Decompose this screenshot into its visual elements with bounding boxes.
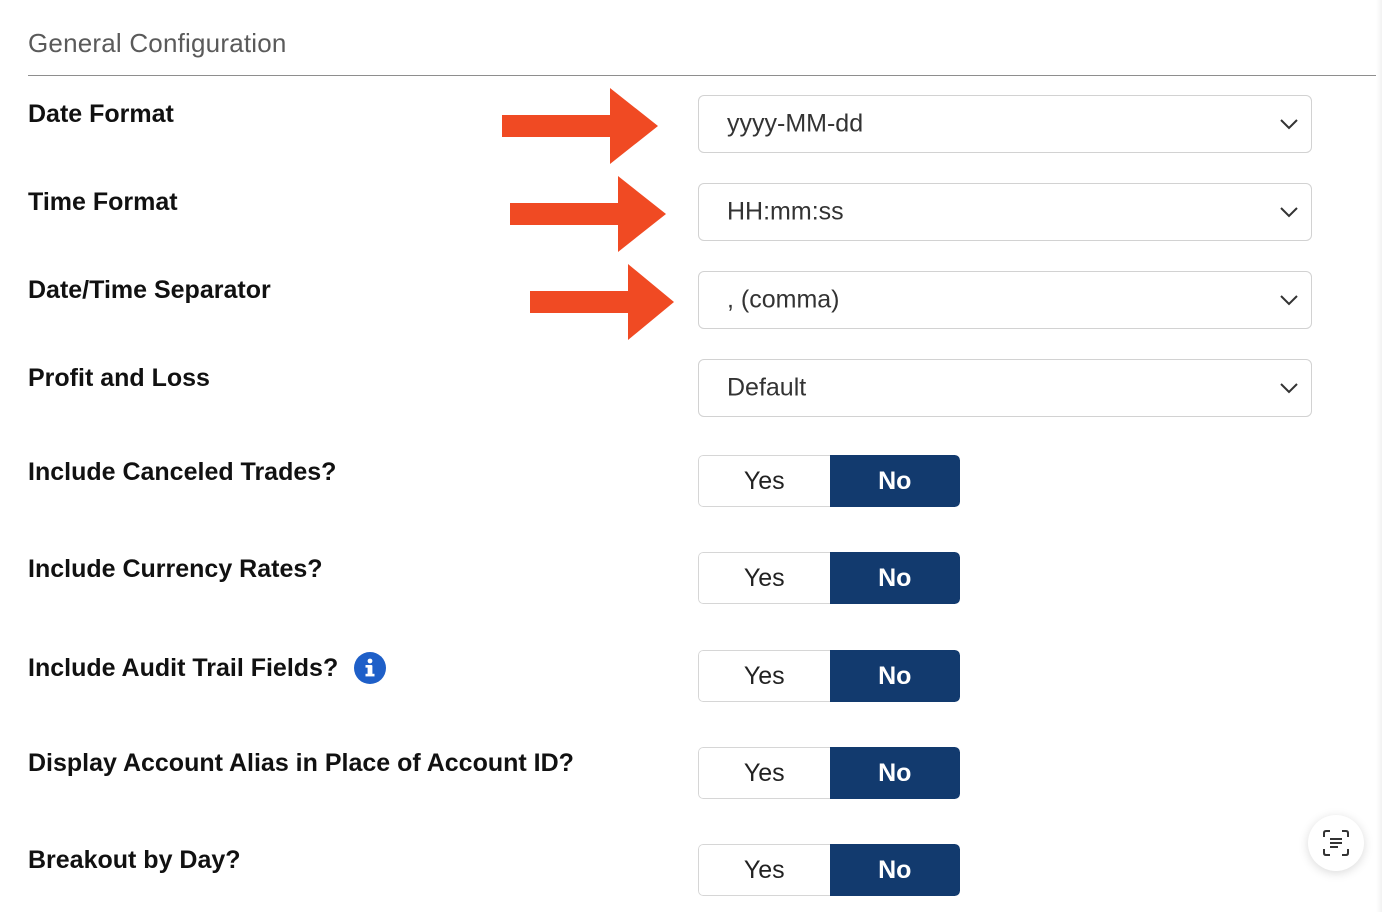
arrow-right-icon xyxy=(510,176,666,252)
include-audit-trail-fields-row: Include Audit Trail Fields? xyxy=(28,652,387,684)
include-audit-trail-fields-label: Include Audit Trail Fields? xyxy=(28,653,339,682)
text-scan-button[interactable] xyxy=(1308,815,1364,871)
profit-and-loss-select[interactable]: Default xyxy=(698,359,1312,417)
section-divider xyxy=(28,75,1376,76)
date-format-value: yyyy-MM-dd xyxy=(727,109,864,138)
display-account-alias-toggle[interactable]: Yes No xyxy=(698,747,960,799)
date-time-separator-value: , (comma) xyxy=(727,285,840,314)
no-option-selected[interactable]: No xyxy=(829,552,960,604)
display-account-alias-label: Display Account Alias in Place of Accoun… xyxy=(28,749,574,777)
chevron-down-icon xyxy=(1280,295,1298,306)
no-option-selected[interactable]: No xyxy=(829,650,960,702)
scrollbar-edge xyxy=(1376,0,1382,912)
general-configuration-page: General Configuration Date Format yyyy-M… xyxy=(0,0,1382,912)
breakout-by-day-label: Breakout by Day? xyxy=(28,846,241,874)
chevron-down-icon xyxy=(1280,207,1298,218)
include-audit-trail-fields-toggle[interactable]: Yes No xyxy=(698,650,960,702)
chevron-down-icon xyxy=(1280,119,1298,130)
yes-option[interactable]: Yes xyxy=(698,455,830,507)
include-currency-rates-label: Include Currency Rates? xyxy=(28,555,323,583)
info-icon[interactable] xyxy=(354,652,387,684)
text-scan-icon xyxy=(1323,830,1349,856)
date-time-separator-select[interactable]: , (comma) xyxy=(698,271,1312,329)
no-option-selected[interactable]: No xyxy=(829,455,960,507)
include-currency-rates-toggle[interactable]: Yes No xyxy=(698,552,960,604)
yes-option[interactable]: Yes xyxy=(698,747,830,799)
breakout-by-day-toggle[interactable]: Yes No xyxy=(698,844,960,896)
time-format-label: Time Format xyxy=(28,188,178,216)
date-time-separator-label: Date/Time Separator xyxy=(28,276,271,304)
arrow-right-icon xyxy=(530,264,674,340)
time-format-value: HH:mm:ss xyxy=(727,197,844,226)
chevron-down-icon xyxy=(1280,383,1298,394)
profit-and-loss-value: Default xyxy=(727,373,807,402)
date-format-select[interactable]: yyyy-MM-dd xyxy=(698,95,1312,153)
yes-option[interactable]: Yes xyxy=(698,650,830,702)
date-format-label: Date Format xyxy=(28,100,174,128)
arrow-right-icon xyxy=(502,88,658,164)
yes-option[interactable]: Yes xyxy=(698,552,830,604)
yes-option[interactable]: Yes xyxy=(698,844,830,896)
no-option-selected[interactable]: No xyxy=(829,747,960,799)
time-format-select[interactable]: HH:mm:ss xyxy=(698,183,1312,241)
include-canceled-trades-label: Include Canceled Trades? xyxy=(28,458,337,486)
include-canceled-trades-toggle[interactable]: Yes No xyxy=(698,455,960,507)
no-option-selected[interactable]: No xyxy=(829,844,960,896)
profit-and-loss-label: Profit and Loss xyxy=(28,364,210,392)
section-title: General Configuration xyxy=(28,28,287,58)
